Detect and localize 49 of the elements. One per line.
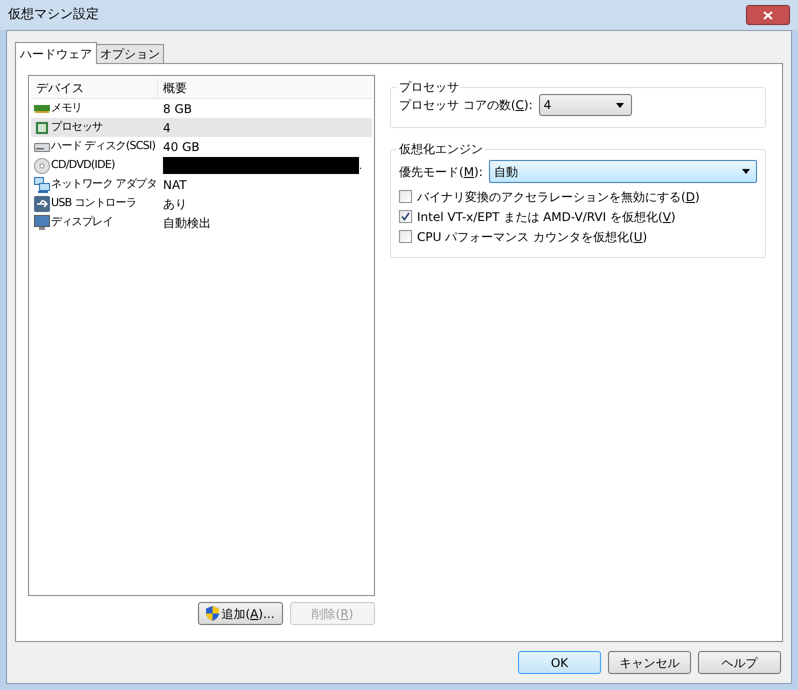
device-name: USB コントローラ: [51, 195, 136, 212]
device-summary: 自動検出: [163, 214, 211, 232]
usb-icon: [34, 196, 50, 212]
chip-icon: [34, 120, 48, 134]
checkbox[interactable]: [399, 190, 412, 203]
device-name: プロセッサ: [51, 119, 103, 136]
window-title: 仮想マシン設定: [8, 6, 99, 24]
device-name: CD/DVD(IDE): [51, 157, 115, 174]
checkbox[interactable]: [399, 210, 412, 223]
dialog-button[interactable]: ヘルプ: [698, 651, 781, 674]
check-icon: [401, 212, 410, 221]
field-label: プロセッサ コアの数(C):: [399, 97, 533, 114]
dialog-button[interactable]: OK: [518, 651, 601, 674]
close-button[interactable]: [746, 5, 790, 25]
device-summary: .: [359, 160, 362, 174]
group-title: プロセッサ: [398, 79, 460, 96]
close-icon: [763, 10, 773, 20]
checkbox-option[interactable]: バイナリ変換のアクセラレーションを無効にする(D): [399, 188, 757, 205]
mode-dropdown[interactable]: 自動: [488, 160, 757, 183]
device-name: ディスプレイ: [51, 214, 113, 230]
device-summary: NAT: [163, 176, 187, 194]
tab[interactable]: オプション: [97, 44, 164, 63]
device-name: メモリ: [51, 100, 82, 116]
device-summary: 8 GB: [163, 100, 192, 118]
list-button[interactable]: 追加(A)...: [198, 602, 283, 625]
group-title: 仮想化エンジン: [398, 141, 484, 158]
caret-icon: [742, 169, 750, 174]
checkbox-option[interactable]: Intel VT-x/EPT または AMD-V/RVI を仮想化(V): [399, 208, 757, 225]
device-name: ハード ディスク(SCSI): [51, 138, 156, 154]
hard-drive-icon: [34, 140, 50, 152]
checkbox-option[interactable]: CPU パフォーマンス カウンタを仮想化(U): [399, 228, 757, 245]
checkbox[interactable]: [399, 230, 412, 243]
dialog-button[interactable]: キャンセル: [608, 651, 691, 674]
device-name: ネットワーク アダプタ: [51, 176, 157, 192]
column-header[interactable]: 概要: [158, 78, 372, 98]
device-summary: 4: [163, 120, 171, 136]
device-summary: あり: [163, 196, 187, 212]
memory-chip-icon: [34, 104, 50, 114]
disc-icon: [34, 158, 50, 174]
column-header[interactable]: デバイス: [31, 78, 158, 98]
shield-icon: [206, 606, 220, 621]
field-label: 優先モード(M):: [399, 164, 483, 180]
cores-dropdown[interactable]: 4: [538, 94, 632, 116]
device-summary: 40 GB: [163, 138, 200, 156]
device-row[interactable]: プロセッサ 4: [31, 118, 372, 137]
network-icon: [34, 176, 50, 192]
caret-icon: [616, 102, 624, 108]
monitor-icon: [34, 214, 50, 230]
tab[interactable]: ハードウェア: [15, 42, 97, 64]
